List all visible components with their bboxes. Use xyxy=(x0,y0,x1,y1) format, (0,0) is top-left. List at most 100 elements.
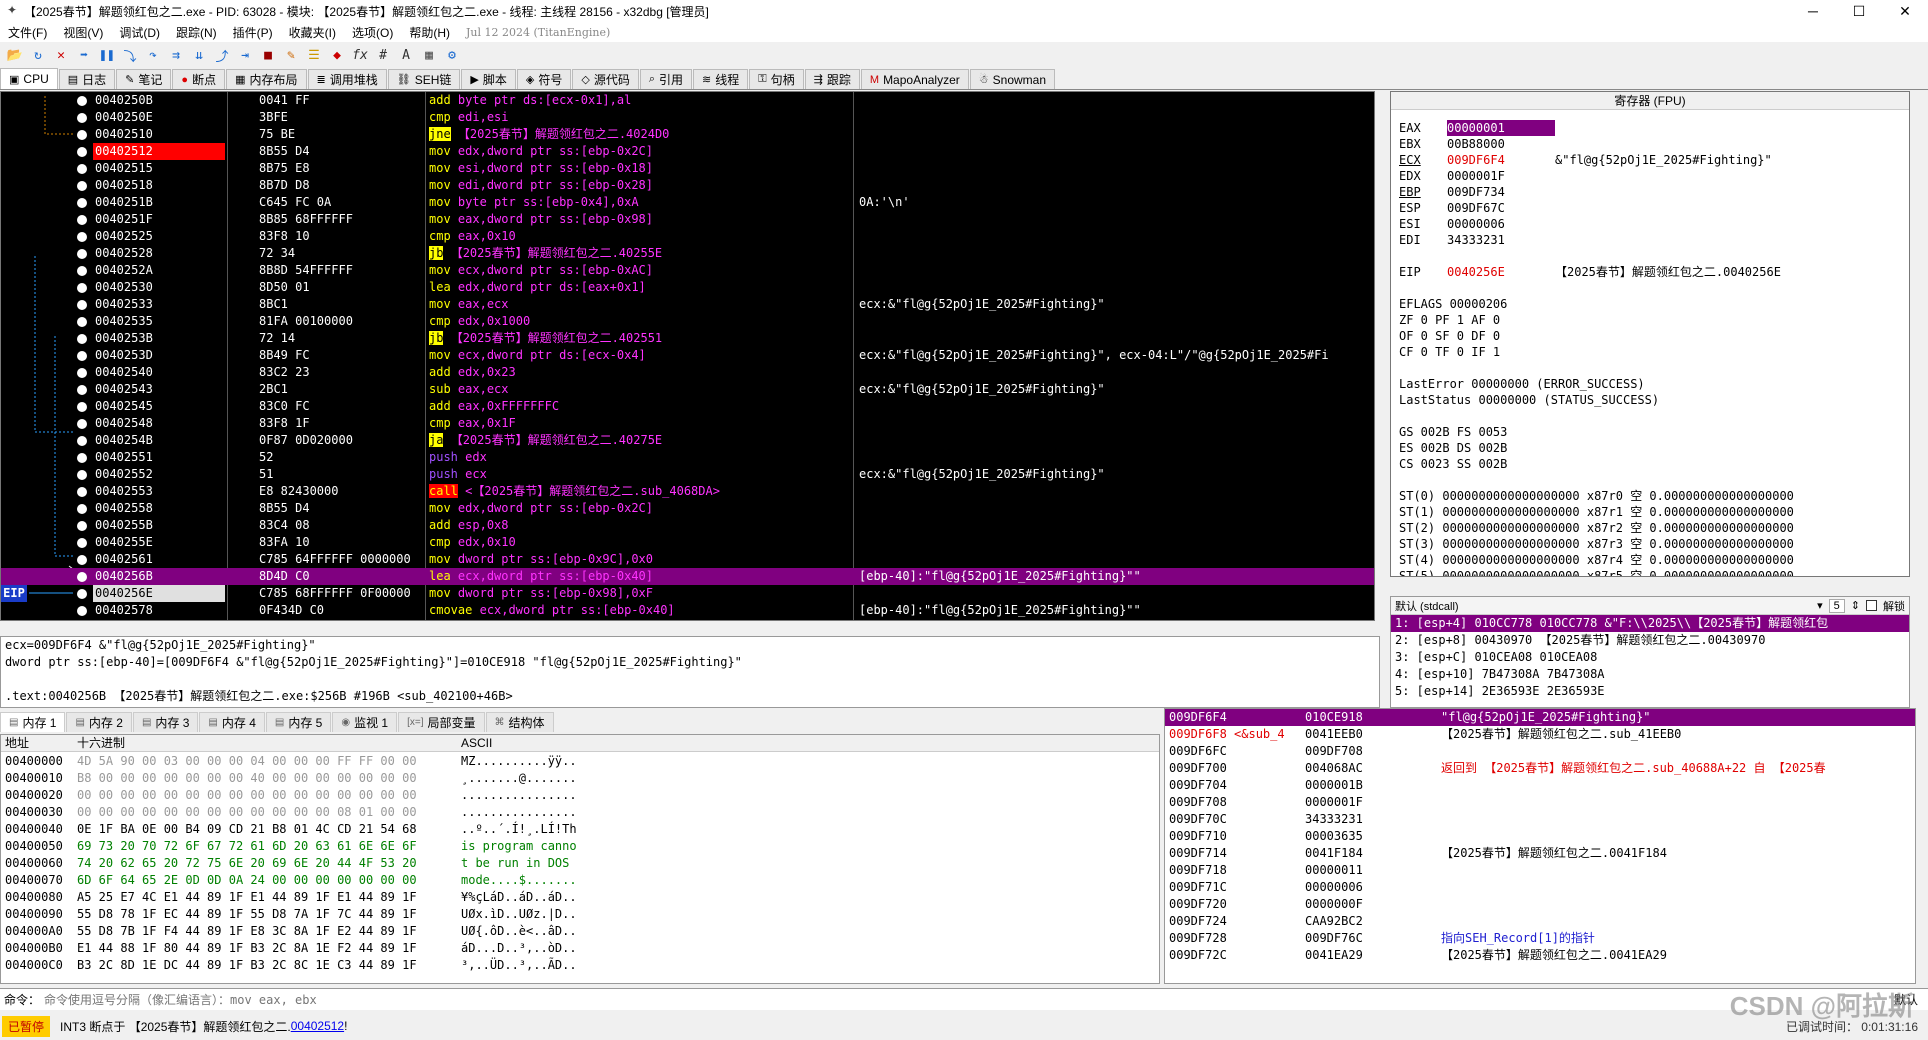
breakpoint-dot[interactable] xyxy=(77,232,87,242)
tab-notes[interactable]: ✎ 笔记 xyxy=(116,69,172,89)
dump-row[interactable]: 00400040 0E 1F BA 0E 00 B4 09 CD 21 B8 01… xyxy=(1,821,1159,838)
disasm-row[interactable]: 00402533 8BC1 mov eax,ecx ecx:&"fl@g{52pOj1… xyxy=(1,296,1374,313)
menu-item[interactable]: 收藏夹(I) xyxy=(281,24,344,41)
stack-row[interactable]: 009DF714 0041F184 【2025春节】解题领红包之二.0041F184 xyxy=(1165,845,1915,862)
stack-row[interactable]: 009DF6FC 009DF708 xyxy=(1165,743,1915,760)
patch-icon[interactable]: ✎ xyxy=(280,44,302,66)
close-button[interactable]: ✕ xyxy=(1882,0,1928,22)
dump-hex[interactable]: 55 D8 78 1F EC 44 89 1F 55 D8 7A 1F 7C 4… xyxy=(77,906,417,923)
fpu-register-line[interactable]: ST(4) 0000000000000000000 x87r4 空 0.0000… xyxy=(1399,552,1794,568)
dump-row[interactable]: 00400070 6D 6F 64 65 2E 0D 0D 0A 24 00 00… xyxy=(1,872,1159,889)
disasm-row[interactable]: 0040253B 72 14 jb 【2025春节】解题领红包之二.402551 xyxy=(1,330,1374,347)
stack-view[interactable]: 009DF6F4 010CE918 "fl@g{52pOj1E_2025#Fight… xyxy=(1164,708,1916,984)
dump-ascii[interactable]: mode....$....... xyxy=(461,872,577,889)
dump-ascii[interactable]: is program canno xyxy=(461,838,577,855)
minimize-button[interactable]: ─ xyxy=(1790,0,1836,22)
fpu-register-line[interactable]: ST(3) 0000000000000000000 x87r3 空 0.0000… xyxy=(1399,536,1794,552)
breakpoint-dot[interactable] xyxy=(77,606,87,616)
menu-item[interactable]: 文件(F) xyxy=(0,24,55,41)
trace-into-icon[interactable]: ⇉ xyxy=(165,44,187,66)
breakpoint-dot[interactable] xyxy=(77,521,87,531)
dump-ascii[interactable]: ³,..ÜD..³,..ÃD.. xyxy=(461,957,577,974)
dump-tab[interactable]: ⌘ 结构体 xyxy=(485,712,554,732)
breakpoint-dot[interactable] xyxy=(77,538,87,548)
breakpoint-dot[interactable] xyxy=(77,283,87,293)
menu-item[interactable]: 视图(V) xyxy=(55,24,111,41)
dump-tab[interactable]: ▤ 内存 2 xyxy=(66,712,132,732)
fpu-register-line[interactable]: ST(5) 0000000000000000000 x87r5 空 0.0000… xyxy=(1399,568,1794,576)
tab-memory-map[interactable]: ▦ 内存布局 xyxy=(226,69,307,89)
dump-hex[interactable]: 00 00 00 00 00 00 00 00 00 00 00 00 08 0… xyxy=(77,804,417,821)
step-into-icon[interactable]: ⤵ xyxy=(119,44,141,66)
dump-hex[interactable]: B8 00 00 00 00 00 00 00 40 00 00 00 00 0… xyxy=(77,770,417,787)
disasm-row[interactable]: 00402548 83F8 1F cmp eax,0x1F xyxy=(1,415,1374,432)
breakpoint-dot[interactable] xyxy=(77,164,87,174)
dump-hex[interactable]: 6D 6F 64 65 2E 0D 0D 0A 24 00 00 00 00 0… xyxy=(77,872,417,889)
dump-row[interactable]: 00400000 4D 5A 90 00 03 00 00 00 04 00 00… xyxy=(1,753,1159,770)
segment-line[interactable]: GS 002B FS 0053 xyxy=(1399,424,1507,440)
stack-argument[interactable]: 2: [esp+8] 00430970 【2025春节】解题领红包之二.0043… xyxy=(1391,632,1909,649)
register-value[interactable]: 34333231 xyxy=(1447,232,1555,248)
dump-row[interactable]: 004000B0 E1 44 88 1F 80 44 89 1F B3 2C 8A… xyxy=(1,940,1159,957)
breakpoint-dot[interactable] xyxy=(77,368,87,378)
dump-ascii[interactable]: áD...D..³,..òD.. xyxy=(461,940,577,957)
disasm-row[interactable]: 0040256E C785 68FFFFFF 0F00000 mov dword p… xyxy=(1,585,1374,602)
disasm-row[interactable]: 00402535 81FA 00100000 cmp edx,0x1000 xyxy=(1,313,1374,330)
hash-icon[interactable]: # xyxy=(372,44,394,66)
breakpoint-dot[interactable] xyxy=(77,504,87,514)
disasm-row[interactable]: 00402551 52 push edx xyxy=(1,449,1374,466)
tab-thread[interactable]: ≋ 线程 xyxy=(693,69,749,89)
tab-mapo[interactable]: M MapoAnalyzer xyxy=(860,69,969,89)
disasm-row[interactable]: 0040255B 83C4 08 add esp,0x8 xyxy=(1,517,1374,534)
stack-row[interactable]: 009DF700 004068AC 返回到 【2025春节】解题领红包之二.sub_… xyxy=(1165,760,1915,777)
command-input[interactable] xyxy=(44,989,1884,1010)
settings-icon[interactable]: ⚙ xyxy=(441,44,463,66)
breakpoint-dot[interactable] xyxy=(77,300,87,310)
breakpoint-dot[interactable] xyxy=(77,487,87,497)
spinner-icon[interactable]: ⇕ xyxy=(1851,599,1860,612)
dump-ascii[interactable]: ¥%çLáD..áD..áD.. xyxy=(461,889,577,906)
breakpoint-dot[interactable] xyxy=(77,147,87,157)
chevron-down-icon[interactable]: ▾ xyxy=(1817,599,1823,612)
breakpoint-dot[interactable] xyxy=(77,402,87,412)
segment-line[interactable]: CS 0023 SS 002B xyxy=(1399,456,1507,472)
register-value[interactable]: 00B88000 xyxy=(1447,136,1555,152)
disasm-row[interactable]: 00402528 72 34 jb 【2025春节】解题领红包之二.40255E xyxy=(1,245,1374,262)
flags-line[interactable]: OF 0 SF 0 DF 0 xyxy=(1399,328,1500,344)
register-value[interactable]: 00000001 xyxy=(1447,120,1555,136)
close-debug-icon[interactable]: ✕ xyxy=(50,44,72,66)
execute-till-return-icon[interactable]: ⤴ xyxy=(211,44,233,66)
register-esp[interactable]: ESP 009DF67C xyxy=(1399,200,1555,216)
dump-row[interactable]: 004000A0 55 D8 7B 1F F4 44 89 1F E8 3C 8A… xyxy=(1,923,1159,940)
dump-tab[interactable]: ▤ 内存 3 xyxy=(132,712,199,732)
register-ebx[interactable]: EBX 00B88000 xyxy=(1399,136,1555,152)
tab-trace[interactable]: ⇶ 跟踪 xyxy=(804,69,860,89)
run-icon[interactable]: ➡ xyxy=(73,44,95,66)
disasm-row[interactable]: 00402512 8B55 D4 mov edx,dword ptr ss:[ebp… xyxy=(1,143,1374,160)
tab-symbol[interactable]: ◈ 符号 xyxy=(516,69,572,89)
calculator-icon[interactable]: ▦ xyxy=(418,44,440,66)
breakpoint-dot[interactable] xyxy=(77,419,87,429)
breakpoint-dot[interactable] xyxy=(77,436,87,446)
stack-argument[interactable]: 3: [esp+C] 010CEA08 010CEA08 xyxy=(1391,649,1909,666)
dump-ascii[interactable]: MZ..........ÿÿ.. xyxy=(461,753,577,770)
stack-row[interactable]: 009DF724 CAA92BC2 xyxy=(1165,913,1915,930)
breakpoint-dot[interactable] xyxy=(77,555,87,565)
run-to-user-icon[interactable]: ⇥ xyxy=(234,44,256,66)
disasm-row[interactable]: 0040250B 0041 FF add byte ptr ds:[ecx-0x1]… xyxy=(1,92,1374,109)
functions-icon[interactable]: fx xyxy=(349,44,371,66)
disasm-row[interactable]: 00402561 C785 64FFFFFF 0000000 mov dword p… xyxy=(1,551,1374,568)
breakpoint-dot[interactable] xyxy=(77,385,87,395)
disasm-row[interactable]: 00402578 0F434D C0 cmovae ecx,dword ptr ss… xyxy=(1,602,1374,619)
stack-row[interactable]: 009DF710 00003635 xyxy=(1165,828,1915,845)
tab-seh[interactable]: ⛓ SEH链 xyxy=(387,69,461,89)
dump-hex[interactable]: 0E 1F BA 0E 00 B4 09 CD 21 B8 01 4C CD 2… xyxy=(77,821,417,838)
dump-ascii[interactable]: ................ xyxy=(461,787,577,804)
dump-hex[interactable]: B3 2C 8D 1E DC 44 89 1F B3 2C 8C 1E C3 4… xyxy=(77,957,417,974)
menu-item[interactable]: 帮助(H) xyxy=(401,24,458,41)
stack-row[interactable]: 009DF708 0000001F xyxy=(1165,794,1915,811)
dump-row[interactable]: 00400060 74 20 62 65 20 72 75 6E 20 69 6E… xyxy=(1,855,1159,872)
dump-ascii[interactable]: ¸.......@....... xyxy=(461,770,577,787)
flags-line[interactable]: CF 0 TF 0 IF 1 xyxy=(1399,344,1500,360)
fpu-register-line[interactable]: ST(2) 0000000000000000000 x87r2 空 0.0000… xyxy=(1399,520,1794,536)
